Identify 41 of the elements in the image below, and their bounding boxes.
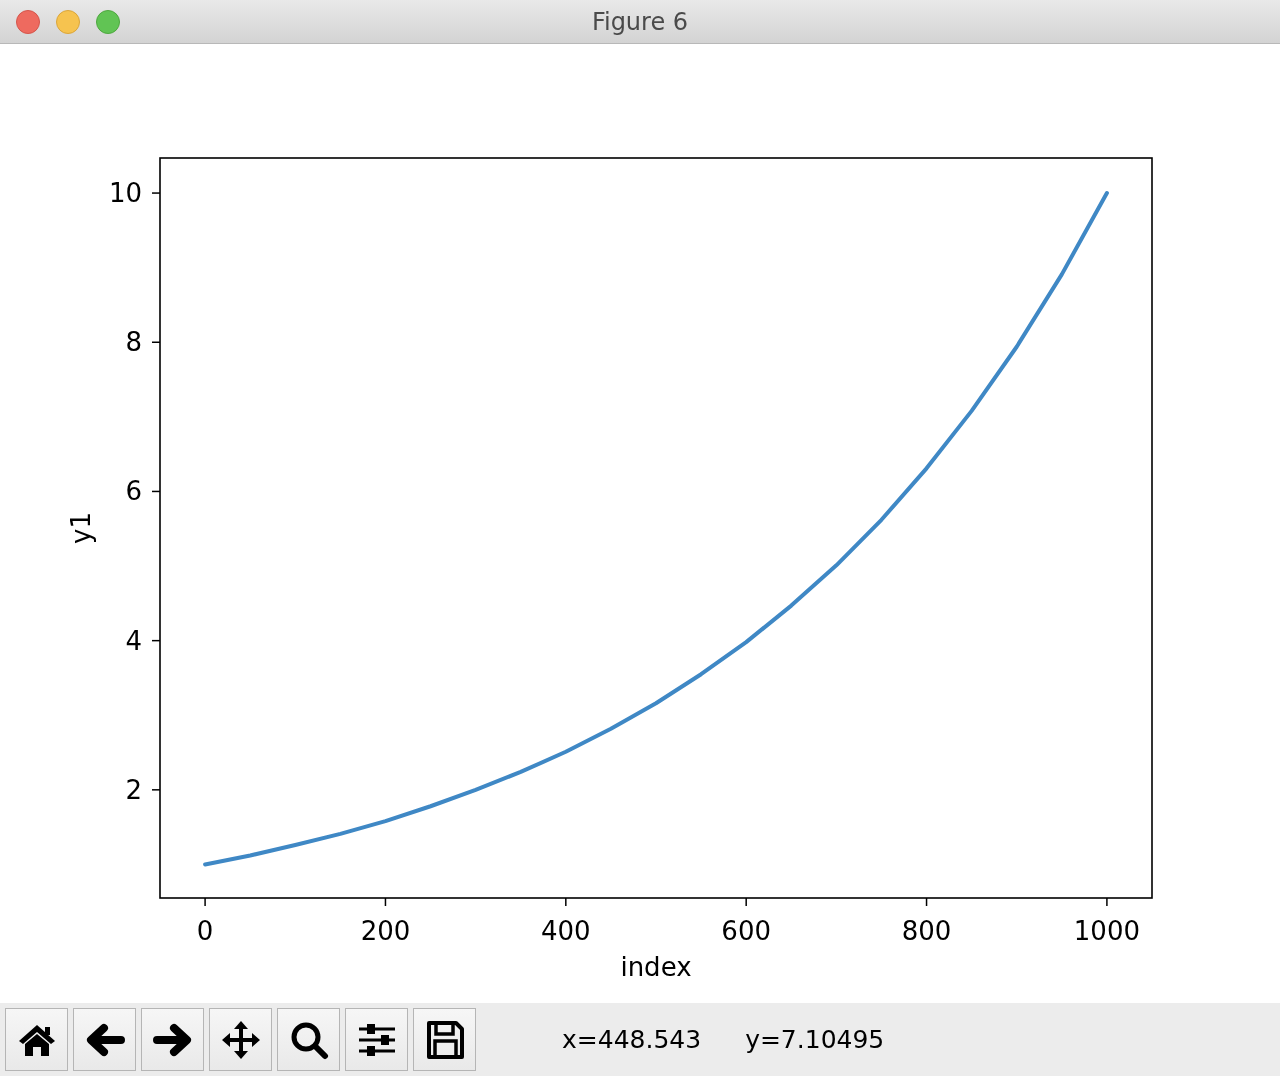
x-tick-label: 0 xyxy=(196,916,214,946)
close-icon[interactable] xyxy=(16,10,40,34)
move-icon xyxy=(221,1020,260,1059)
home-icon xyxy=(18,1024,55,1056)
back-button[interactable] xyxy=(73,1008,136,1071)
y-tick-label: 8 xyxy=(125,327,142,358)
save-button[interactable] xyxy=(413,1008,476,1071)
subplots-button[interactable] xyxy=(345,1008,408,1071)
x-axis-label: index xyxy=(620,952,692,982)
x-tick xyxy=(745,897,747,907)
window-title: Figure 6 xyxy=(591,7,689,36)
y-tick-label: 2 xyxy=(125,774,142,805)
search-icon xyxy=(291,1022,328,1059)
y-tick xyxy=(151,639,161,642)
home-button[interactable] xyxy=(5,1008,68,1071)
y-tick xyxy=(151,341,161,343)
x-tick-label: 400 xyxy=(541,916,591,946)
y-axis-label: y1 xyxy=(66,512,96,544)
x-tick xyxy=(1106,897,1108,907)
y-coordinate-readout: y=7.10495 xyxy=(745,1025,885,1054)
x-tick-label: 600 xyxy=(721,916,771,946)
y-tick-label: 10 xyxy=(108,178,142,209)
y-tick xyxy=(151,490,161,493)
left-arrow-icon xyxy=(86,1023,125,1056)
zoom-button[interactable] xyxy=(277,1008,340,1071)
y-tick xyxy=(151,192,161,194)
x-coordinate-readout: x=448.543 xyxy=(562,1025,702,1054)
x-tick xyxy=(384,897,387,907)
y-tick-label: 6 xyxy=(125,476,142,507)
x-tick xyxy=(565,897,567,907)
y-tick-label: 4 xyxy=(125,625,142,656)
y-tick xyxy=(151,789,161,791)
x-tick xyxy=(204,897,206,907)
x-tick xyxy=(925,897,928,907)
right-arrow-icon xyxy=(152,1023,191,1056)
x-tick-label: 200 xyxy=(360,916,411,946)
pan-button[interactable] xyxy=(209,1008,272,1071)
x-tick-label: 1000 xyxy=(1073,916,1140,946)
x-tick-label: 800 xyxy=(901,916,952,946)
forward-button[interactable] xyxy=(141,1008,204,1071)
sliders-icon xyxy=(357,1023,396,1056)
